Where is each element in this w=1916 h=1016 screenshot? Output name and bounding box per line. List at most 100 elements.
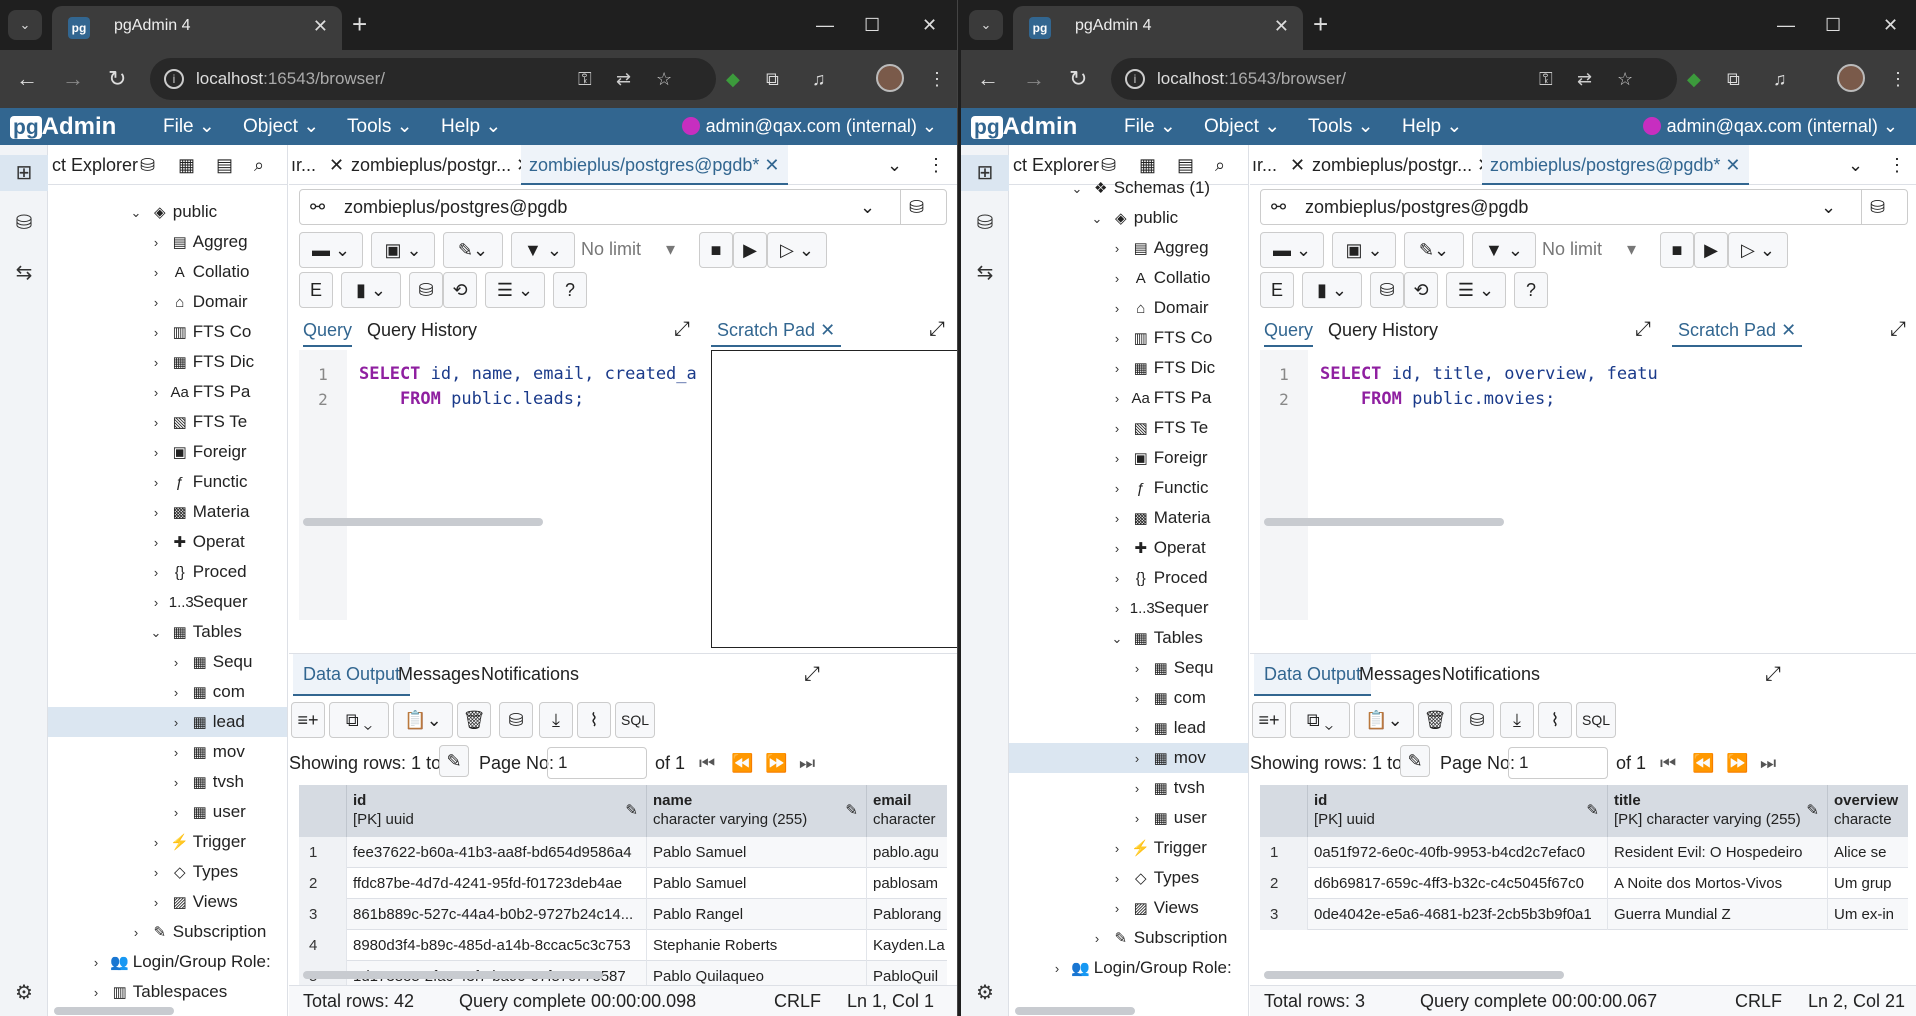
save-data-button[interactable]: ⛁ — [1460, 702, 1494, 738]
tree-item[interactable]: › ▨ Views — [1009, 893, 1248, 923]
chevron-right-icon[interactable]: › — [148, 258, 164, 288]
add-row-button[interactable]: ≡+ — [1252, 702, 1286, 738]
database-icon[interactable]: ⛁ — [0, 205, 48, 241]
prev-page-icon[interactable]: ⏪ — [731, 745, 753, 781]
chevron-right-icon[interactable]: › — [1109, 414, 1125, 444]
chevron-right-icon[interactable]: › — [148, 558, 164, 588]
column-header[interactable]: title [PK] character varying (255) ✎ — [1608, 785, 1828, 837]
column-header[interactable]: email character — [867, 785, 947, 837]
edit-column-icon[interactable]: ✎ — [1586, 801, 1599, 820]
tree-item[interactable]: › ▦ lead — [48, 707, 287, 738]
tab-close-icon[interactable]: ✕ — [329, 145, 344, 185]
tree-item[interactable]: ⌄ ▦ Tables — [48, 617, 287, 648]
chevron-right-icon[interactable]: › — [148, 858, 164, 888]
chevron-right-icon[interactable]: › — [128, 918, 144, 948]
save-data-button[interactable]: ⛁ — [499, 702, 533, 738]
chevron-right-icon[interactable]: › — [1109, 534, 1125, 564]
filter-button[interactable]: ▼ ⌄ — [511, 232, 575, 268]
tree-hscrollbar[interactable] — [54, 1007, 174, 1015]
tree-item[interactable]: › ▦ FTS Dic — [1009, 353, 1248, 383]
cell-id[interactable]: 0de4042e-e5a6-4681-b23f-2cb5b3b9f0a1 — [1308, 899, 1608, 930]
grid-hscrollbar[interactable] — [1264, 971, 1564, 979]
table-row[interactable]: 2 d6b69817-659c-4ff3-b32c-c4c5045f67c0 A… — [1260, 868, 1908, 899]
chevron-right-icon[interactable]: › — [148, 318, 164, 348]
tab-notifications[interactable]: Notifications — [481, 654, 579, 694]
tree-item[interactable]: › ▦ user — [48, 797, 287, 828]
close-tab-icon[interactable]: ✕ — [1274, 6, 1289, 46]
expand-icon[interactable]: ⤢ — [1765, 654, 1781, 694]
key-icon[interactable]: ⚿ — [578, 58, 592, 100]
forward-button[interactable]: → — [62, 64, 84, 94]
tree-item[interactable]: › 1..3Sequer — [1009, 593, 1248, 623]
tree-item[interactable]: › ✎ Subscription — [48, 917, 287, 948]
menu-help[interactable]: Help ⌄ — [1402, 108, 1462, 145]
tree-item[interactable]: ⌄ ❖ Schemas (1) — [1009, 173, 1248, 203]
cell-id[interactable]: 8980d3f4-b89c-485d-a14b-8ccac5c3c753 — [347, 930, 647, 961]
close-window-button[interactable]: ✕ — [922, 10, 937, 40]
tree-item[interactable]: › ▦ lead — [1009, 713, 1248, 743]
page-number-input[interactable]: 1 — [1508, 747, 1608, 779]
chevron-down-icon[interactable]: ⌄ — [1109, 624, 1125, 654]
cell-col2[interactable]: Stephanie Roberts — [647, 930, 867, 961]
tree-item[interactable]: › ◇ Types — [48, 857, 287, 888]
tree-item[interactable]: › ⚡ Trigger — [48, 827, 287, 857]
download-button[interactable]: ⤓ — [1500, 702, 1534, 738]
tab-query-1[interactable]: zombieplus/postgr... ✕ — [1312, 145, 1492, 185]
rollback-button[interactable]: ⟲ — [1404, 272, 1438, 308]
tab-search-button[interactable]: ⌄ — [8, 10, 42, 40]
execute-button[interactable]: ▶ — [1694, 232, 1728, 268]
chevron-right-icon[interactable]: › — [1129, 774, 1145, 804]
cell-col3[interactable]: Pablorang — [867, 899, 947, 930]
explain-button[interactable]: E — [299, 272, 333, 308]
next-page-icon[interactable]: ⏩ — [1726, 745, 1748, 781]
menu-file[interactable]: File ⌄ — [1124, 108, 1176, 145]
profile-avatar[interactable] — [876, 64, 904, 92]
editor-hscrollbar[interactable] — [303, 518, 543, 526]
tree-item[interactable]: › ▧ FTS Te — [48, 407, 287, 437]
chevron-right-icon[interactable]: › — [88, 948, 104, 978]
tree-item[interactable]: › ▣ Foreigr — [1009, 443, 1248, 473]
tab-messages[interactable]: Messages — [1359, 654, 1441, 694]
filter-rows-icon[interactable]: ▤ — [216, 145, 233, 185]
site-info-icon[interactable]: i — [1125, 69, 1145, 89]
minimize-button[interactable]: — — [1777, 10, 1795, 40]
cell-col3[interactable]: pablo.agu — [867, 837, 947, 868]
chevron-right-icon[interactable]: › — [168, 708, 184, 738]
cell-col3[interactable]: Um ex-in — [1828, 899, 1908, 930]
chevron-right-icon[interactable]: › — [148, 438, 164, 468]
chevron-right-icon[interactable]: › — [1109, 324, 1125, 354]
tab-previous[interactable]: ır... — [291, 145, 316, 185]
subtab-query-history[interactable]: Query History — [367, 315, 477, 345]
close-tab-icon[interactable]: ✕ — [313, 6, 328, 46]
tab-data-output[interactable]: Data Output — [293, 654, 411, 696]
tab-search-button[interactable]: ⌄ — [969, 10, 1003, 40]
forward-button[interactable]: → — [1023, 64, 1045, 94]
rollback-button[interactable]: ⟲ — [443, 272, 477, 308]
chevron-down-icon[interactable]: ⌄ — [148, 618, 164, 648]
chevron-right-icon[interactable]: › — [1109, 264, 1125, 294]
reload-button[interactable]: ↻ — [108, 64, 126, 94]
edit-column-icon[interactable]: ✎ — [1806, 801, 1819, 820]
chevron-right-icon[interactable]: › — [148, 288, 164, 318]
profile-avatar[interactable] — [1837, 64, 1865, 92]
add-row-button[interactable]: ≡+ — [291, 702, 325, 738]
cell-col2[interactable]: Guerra Mundial Z — [1608, 899, 1828, 930]
chevron-right-icon[interactable]: › — [168, 798, 184, 828]
cell-col2[interactable]: A Noite dos Mortos-Vivos — [1608, 868, 1828, 899]
tree-item[interactable]: › ▩ Materia — [1009, 503, 1248, 533]
edit-column-icon[interactable]: ✎ — [845, 801, 858, 820]
expand-icon[interactable]: ⤢ — [1635, 318, 1651, 341]
extensions-puzzle-icon[interactable]: ⧉ — [1727, 64, 1740, 94]
chevron-right-icon[interactable]: › — [148, 468, 164, 498]
subtab-query[interactable]: Query — [1264, 315, 1314, 347]
search-icon[interactable]: ⌕ — [254, 145, 264, 185]
media-controls-icon[interactable]: ♫ — [1773, 64, 1787, 94]
subtab-query[interactable]: Query — [303, 315, 353, 347]
tree-item[interactable]: › ▦ com — [48, 677, 287, 707]
cell-id[interactable]: d6b69817-659c-4ff3-b32c-c4c5045f67c0 — [1308, 868, 1608, 899]
delete-row-button[interactable]: 🗑 — [1418, 702, 1452, 738]
table-row[interactable]: 3 0de4042e-e5a6-4681-b23f-2cb5b3b9f0a1 G… — [1260, 899, 1908, 930]
cell-id[interactable]: 861b889c-527c-44a4-b0b2-9727b24c14... — [347, 899, 647, 930]
tabs-menu-icon[interactable]: ⋮ — [927, 145, 945, 185]
tabs-dropdown-icon[interactable]: ⌄ — [887, 145, 902, 185]
